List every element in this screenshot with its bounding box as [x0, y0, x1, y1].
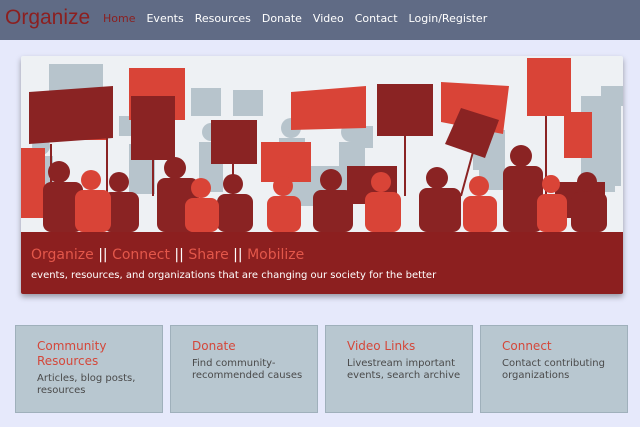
nav-link-donate[interactable]: Donate [262, 12, 302, 25]
tagline-word: Mobilize [247, 247, 305, 263]
tagline-word: Connect [112, 247, 170, 263]
hero-banner: Organize || Connect || Share || Mobilize… [21, 56, 623, 294]
card-video-links[interactable]: Video Links Livestream important events,… [325, 325, 473, 413]
tagline-word: Organize [31, 247, 94, 263]
hero-subtitle: events, resources, and organizations tha… [31, 270, 437, 281]
protest-crowd-illustration [21, 58, 623, 232]
tagline-word: Share [188, 247, 229, 263]
card-title[interactable]: Community Resources [37, 339, 157, 369]
hero-tagline: Organize || Connect || Share || Mobilize [31, 247, 304, 263]
nav-links: Home Events Resources Donate Video Conta… [103, 12, 498, 25]
card-title[interactable]: Donate [192, 339, 312, 354]
navbar: Organize Home Events Resources Donate Vi… [0, 0, 640, 40]
card-body: Articles, blog posts, resources [37, 373, 136, 396]
nav-link-video[interactable]: Video [313, 12, 344, 25]
tagline-separator: || [98, 247, 108, 263]
card-community-resources[interactable]: Community Resources Articles, blog posts… [15, 325, 163, 413]
brand-logo[interactable]: Organize [5, 6, 90, 30]
card-title[interactable]: Connect [502, 339, 622, 354]
tagline-separator: || [233, 247, 243, 263]
card-body: Find community-recommended causes [192, 358, 303, 381]
card-body: Livestream important events, search arch… [347, 358, 461, 381]
card-body: Contact contributing organizations [502, 358, 605, 381]
card-connect[interactable]: Connect Contact contributing organizatio… [480, 325, 628, 413]
card-title[interactable]: Video Links [347, 339, 467, 354]
nav-link-home[interactable]: Home [103, 12, 135, 25]
tagline-separator: || [174, 247, 184, 263]
nav-link-resources[interactable]: Resources [195, 12, 251, 25]
nav-link-contact[interactable]: Contact [355, 12, 398, 25]
card-donate[interactable]: Donate Find community-recommended causes [170, 325, 318, 413]
nav-link-login-register[interactable]: Login/Register [409, 12, 488, 25]
hero-caption: Organize || Connect || Share || Mobilize… [21, 232, 623, 294]
nav-link-events[interactable]: Events [146, 12, 183, 25]
